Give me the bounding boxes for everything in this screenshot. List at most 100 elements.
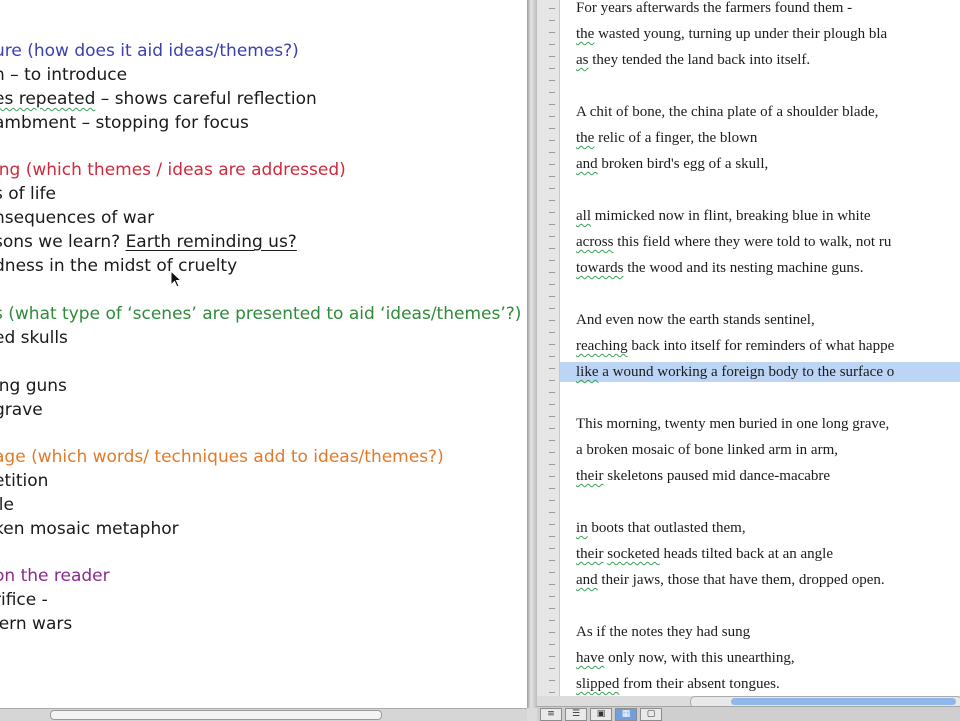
analysis-notes-document[interactable]: ure (how does it aid ideas/themes?) n – t… xyxy=(0,0,527,708)
poem-line: in boots that outlasted them, xyxy=(576,518,746,538)
ruler-tick xyxy=(549,296,555,297)
ruler-tick xyxy=(549,236,555,237)
poem-line: And even now the earth stands sentinel, xyxy=(576,310,815,330)
note-text: ambment – stopping for focus xyxy=(0,113,249,133)
ruler-tick xyxy=(549,392,555,393)
poem-line: A chit of bone, the china plate of a sho… xyxy=(576,102,878,122)
ruler-tick xyxy=(549,224,555,225)
ruler-tick xyxy=(549,560,555,561)
ruler-tick xyxy=(549,644,555,645)
poem-line-selected: like a wound working a foreign body to t… xyxy=(560,362,960,382)
ruler-tick xyxy=(549,620,555,621)
ruler-tick xyxy=(549,572,555,573)
print-layout-view-button[interactable]: ▦ xyxy=(615,708,637,721)
poem-line: the wasted young, turning up under their… xyxy=(576,24,887,44)
ruler-tick xyxy=(549,536,555,537)
publishing-view-button[interactable]: ▣ xyxy=(590,708,612,721)
note-line-effect-2: lern wars xyxy=(0,613,72,635)
poem-text: slipped xyxy=(576,676,620,692)
ruler-tick xyxy=(549,476,555,477)
note-text: nsequences of war xyxy=(0,208,155,228)
note-line-language-3: ken mosaic metaphor xyxy=(0,518,179,540)
ruler-tick xyxy=(549,308,555,309)
poem-text: wasted young, turning up under their plo… xyxy=(594,26,888,42)
vertical-ruler[interactable] xyxy=(537,0,560,696)
scrollbar-thumb[interactable] xyxy=(731,698,956,705)
note-line-meaning-4: dness in the midst of cruelty xyxy=(0,255,237,277)
ruler-tick xyxy=(549,332,555,333)
note-text: sons we learn? xyxy=(0,232,126,252)
poem-line: reaching back into itself for reminders … xyxy=(576,336,894,356)
note-line-meaning-3: sons we learn? Earth reminding us? xyxy=(0,231,297,253)
note-line-meaning-1: s of life xyxy=(0,183,56,205)
ruler-tick xyxy=(549,668,555,669)
poem-line: all mimicked now in flint, breaking blue… xyxy=(576,206,871,226)
ruler-tick xyxy=(549,632,555,633)
poem-text: across xyxy=(576,234,614,250)
poem-text: and xyxy=(576,156,598,172)
mouse-pointer-icon xyxy=(170,270,182,288)
poem-text: broken bird's egg of a skull, xyxy=(597,156,769,172)
poem-text: heads tilted back at an angle xyxy=(659,546,833,562)
poem-text: For years afterwards the farmers found t… xyxy=(576,0,853,16)
note-text: n – to introduce xyxy=(0,65,128,85)
poem-line: and their jaws, those that have them, dr… xyxy=(576,570,885,590)
poem-line: As if the notes they had sung xyxy=(576,622,750,642)
note-line-imagery-1: ed skulls xyxy=(0,327,68,349)
ruler-tick xyxy=(549,368,555,369)
ruler-tick xyxy=(549,20,555,21)
poem-text: boots that outlasted them, xyxy=(587,520,746,536)
poem-text: A chit of bone, the china plate of a sho… xyxy=(576,104,879,120)
ruler-tick xyxy=(549,380,555,381)
poem-line: a broken mosaic of bone linked arm in ar… xyxy=(576,440,838,460)
note-text: s (what type of ‘scenes’ are presented t… xyxy=(0,304,522,324)
note-line-language-1: etition xyxy=(0,470,48,492)
ruler-tick xyxy=(549,356,555,357)
draft-view-button[interactable]: ≡ xyxy=(540,708,562,721)
ruler-tick xyxy=(549,428,555,429)
poem-line: their skeletons paused mid dance-macabre xyxy=(576,466,830,486)
note-text: age (which words/ techniques add to idea… xyxy=(0,447,444,467)
ruler-tick xyxy=(549,440,555,441)
ruler-tick xyxy=(549,512,555,513)
window-divider[interactable] xyxy=(527,0,537,708)
poem-line: their socketed heads tilted back at an a… xyxy=(576,544,833,564)
ruler-tick xyxy=(549,452,555,453)
poem-page[interactable]: For years afterwards the farmers found t… xyxy=(560,0,960,696)
ruler-tick xyxy=(549,320,555,321)
note-line-structure-heading: ure (how does it aid ideas/themes?) xyxy=(0,40,299,62)
ruler-tick xyxy=(549,272,555,273)
note-text: ure (how does it aid ideas/themes?) xyxy=(0,41,299,61)
outline-view-button[interactable]: ☰ xyxy=(565,708,587,721)
poem-document-window: For years afterwards the farmers found t… xyxy=(537,0,960,696)
poem-text: their jaws, those that have them, droppe… xyxy=(597,572,885,588)
note-line-structure-2: es repeated – shows careful reflection xyxy=(0,88,317,110)
note-line-effect-heading: on the reader xyxy=(0,565,110,587)
ruler-tick xyxy=(549,152,555,153)
poem-text: a broken mosaic of bone linked arm in ar… xyxy=(576,442,839,458)
poem-line: slipped from their absent tongues. xyxy=(576,674,780,694)
ruler-tick xyxy=(549,92,555,93)
poem-text: they tended the land back into itself. xyxy=(588,52,811,68)
poem-text: their xyxy=(576,468,604,484)
note-line-imagery-heading: s (what type of ‘scenes’ are presented t… xyxy=(0,303,521,325)
ruler-tick xyxy=(549,176,555,177)
ruler-tick xyxy=(549,404,555,405)
note-text: etition xyxy=(0,471,49,491)
poem-text: mimicked now in flint, breaking blue in … xyxy=(591,208,871,224)
poem-line: and broken bird's egg of a skull, xyxy=(576,154,768,174)
poem-text: in xyxy=(576,520,588,536)
note-line-effect-1: rifice - xyxy=(0,589,48,611)
ruler-tick xyxy=(549,344,555,345)
poem-text: have xyxy=(576,650,605,666)
ruler-tick xyxy=(549,416,555,417)
ruler-tick xyxy=(549,212,555,213)
note-line-language-heading: age (which words/ techniques add to idea… xyxy=(0,446,444,468)
ruler-tick xyxy=(549,104,555,105)
note-text: ing guns xyxy=(0,376,67,396)
left-horizontal-scrollbar[interactable] xyxy=(50,710,382,720)
note-text: s of life xyxy=(0,184,56,204)
note-text: ken mosaic metaphor xyxy=(0,519,179,539)
ruler-tick xyxy=(549,188,555,189)
notebook-view-button[interactable]: ▢ xyxy=(640,708,662,721)
